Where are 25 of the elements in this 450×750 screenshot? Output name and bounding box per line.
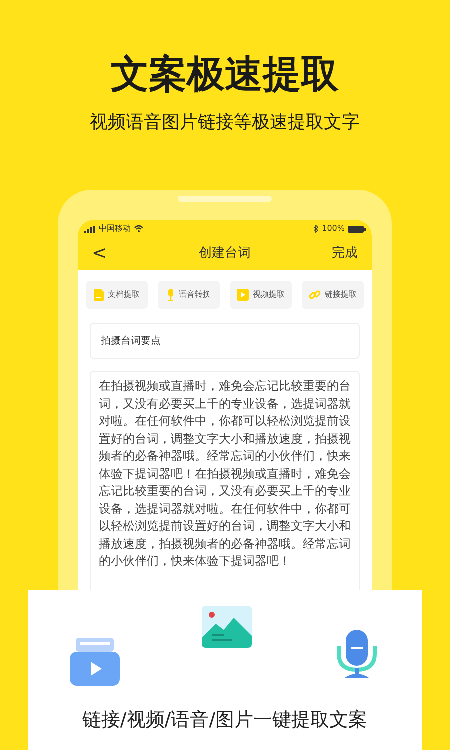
link-icon bbox=[309, 289, 321, 301]
script-text: 在拍摄视频或直播时，难免会忘记比较重要的台词，又没有必要买上千的专业设备，选提词器就对啦。在任何软件中，你都可以轻松浏览提前设置好的台词，调整文字大小和播放速度，拍摄视频者的必备神器哦。经常忘词的小伙伴们，快来体验下提词器吧！在拍摄视频或直播时，难免会忘记比较重要的台词，又没有必要买上千的专业设备，选提词器就对啦。在任何软件中，你都可以轻松浏览提前设置好的台词，调整文字大小和播放速度，拍摄视频者的必备神器哦。经常忘词的小伙伴们，快来体验下提词器吧！ bbox=[99, 378, 351, 570]
headline: 文案极速提取 bbox=[111, 51, 339, 98]
subtitle: 视频语音图片链接等极速提取文字 bbox=[90, 111, 360, 135]
carrier-name: 中国移动 bbox=[99, 223, 131, 235]
caption: 链接/视频/语音/图片一键提取文案 bbox=[82, 708, 368, 733]
done-button[interactable]: 完成 bbox=[332, 244, 358, 264]
tool-button[interactable]: 视频提取 bbox=[230, 281, 292, 309]
topic-field[interactable]: 拍摄台词要点 bbox=[90, 323, 360, 359]
wifi-icon bbox=[134, 225, 144, 233]
microphone-icon bbox=[167, 289, 175, 301]
battery-level: 100% bbox=[322, 223, 345, 235]
image-icon bbox=[202, 606, 252, 648]
microphone-icon bbox=[334, 630, 380, 680]
video-card-icon bbox=[70, 636, 120, 686]
battery-icon bbox=[348, 226, 366, 232]
tool-button[interactable]: 语音转换 bbox=[158, 281, 220, 309]
signal-icon bbox=[84, 226, 96, 232]
play-icon bbox=[237, 289, 249, 301]
back-button[interactable]: < bbox=[92, 245, 108, 263]
bluetooth-icon bbox=[314, 225, 320, 233]
document-icon bbox=[94, 289, 104, 301]
tool-button[interactable]: 文档提取 bbox=[86, 281, 148, 309]
screen-title: 创建台词 bbox=[199, 245, 251, 264]
tool-button[interactable]: 链接提取 bbox=[302, 281, 364, 309]
